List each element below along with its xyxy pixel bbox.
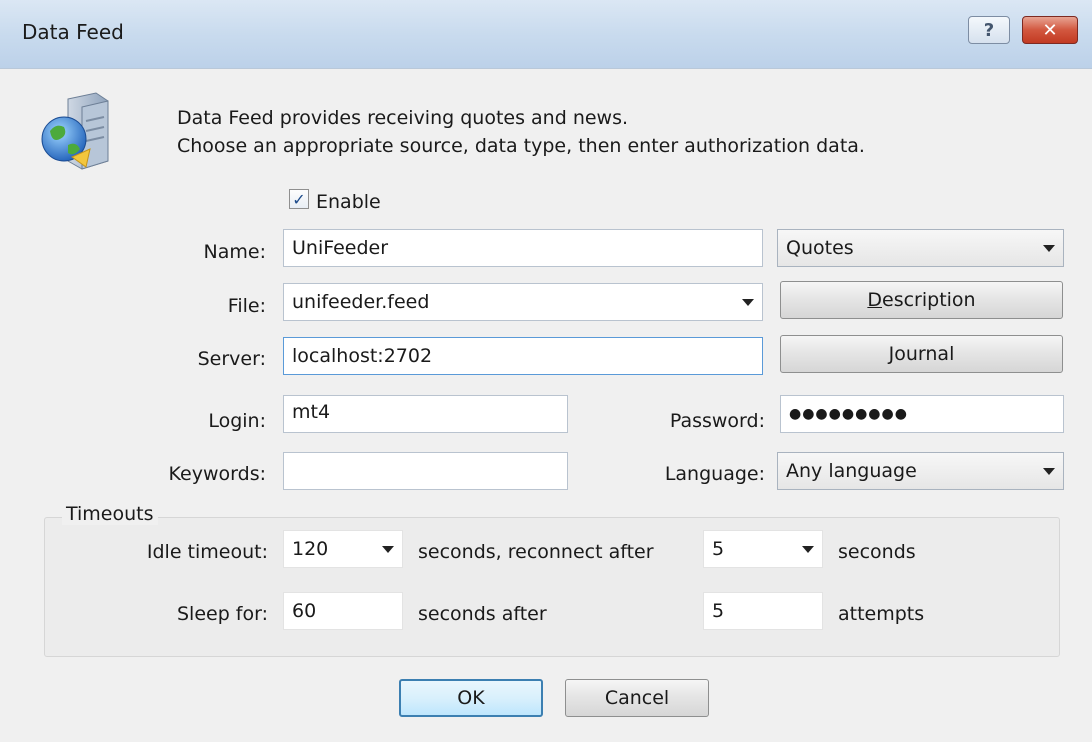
description-line-2: Choose an appropriate source, data type,…: [177, 135, 865, 157]
sleep-for-value: 60: [292, 600, 317, 622]
chevron-down-icon: [382, 545, 394, 553]
chevron-down-icon: [1043, 467, 1055, 475]
help-icon: ?: [983, 19, 995, 41]
feed-type-select[interactable]: Quotes: [777, 229, 1064, 267]
server-label: Server:: [197, 348, 266, 370]
file-label: File:: [227, 295, 266, 317]
journal-button[interactable]: Journal: [780, 335, 1063, 373]
feed-type-value: Quotes: [786, 237, 854, 259]
file-value: unifeeder.feed: [292, 291, 430, 313]
description-line-1: Data Feed provides receiving quotes and …: [177, 107, 629, 129]
language-label: Language:: [664, 463, 765, 485]
idle-timeout-select[interactable]: 120: [283, 530, 403, 568]
seconds-text: seconds: [838, 541, 916, 563]
password-label: Password:: [669, 410, 765, 432]
seconds-after-text: seconds after: [418, 603, 547, 625]
cancel-button[interactable]: Cancel: [565, 679, 709, 717]
server-globe-icon: [41, 92, 109, 170]
language-select[interactable]: Any language: [777, 452, 1064, 490]
idle-timeout-label: Idle timeout:: [146, 541, 268, 563]
login-value: mt4: [292, 401, 331, 423]
checkmark-icon: ✓: [292, 189, 306, 209]
password-field[interactable]: ●●●●●●●●●: [780, 395, 1064, 433]
timeouts-group-title: Timeouts: [62, 503, 158, 525]
file-select[interactable]: unifeeder.feed: [283, 283, 763, 321]
close-button[interactable]: ✕: [1022, 16, 1078, 44]
name-value: UniFeeder: [292, 237, 389, 259]
chevron-down-icon: [1043, 244, 1055, 252]
password-value: ●●●●●●●●●: [789, 406, 908, 422]
server-value: localhost:2702: [292, 345, 433, 367]
reconnect-select[interactable]: 5: [703, 530, 823, 568]
server-field[interactable]: localhost:2702: [283, 337, 763, 375]
idle-timeout-value: 120: [292, 538, 329, 560]
dialog-body: Data Feed provides receiving quotes and …: [0, 68, 1092, 742]
attempts-value: 5: [712, 600, 725, 622]
login-label: Login:: [208, 410, 266, 432]
chevron-down-icon: [802, 545, 814, 553]
name-field[interactable]: UniFeeder: [283, 229, 763, 267]
sleep-for-field[interactable]: 60: [283, 592, 403, 630]
reconnect-text: seconds, reconnect after: [418, 541, 654, 563]
window-title: Data Feed: [22, 20, 124, 44]
cancel-button-label: Cancel: [604, 687, 670, 709]
keywords-field[interactable]: [283, 452, 568, 490]
description-button-accel: D: [867, 289, 883, 311]
timeouts-group: [44, 517, 1060, 657]
journal-button-label: ournal: [894, 343, 955, 365]
reconnect-value: 5: [712, 538, 725, 560]
description-button[interactable]: Description: [780, 281, 1063, 319]
keywords-label: Keywords:: [168, 463, 266, 485]
close-icon: ✕: [1042, 19, 1058, 41]
login-field[interactable]: mt4: [283, 395, 568, 433]
title-bar[interactable]: Data Feed ? ✕: [0, 0, 1092, 68]
attempts-field[interactable]: 5: [703, 592, 823, 630]
name-label: Name:: [203, 241, 266, 263]
language-value: Any language: [786, 460, 917, 482]
sleep-for-label: Sleep for:: [176, 603, 268, 625]
description-button-label: escription: [882, 289, 976, 311]
chevron-down-icon: [742, 298, 754, 306]
enable-checkbox[interactable]: ✓: [289, 189, 309, 209]
ok-button[interactable]: OK: [399, 679, 543, 717]
help-button[interactable]: ?: [968, 16, 1010, 44]
attempts-text: attempts: [838, 603, 925, 625]
enable-label: Enable: [316, 191, 381, 213]
data-feed-dialog: Data Feed ? ✕ Data Feed provides receivi…: [0, 0, 1092, 742]
ok-button-label: OK: [457, 687, 485, 709]
